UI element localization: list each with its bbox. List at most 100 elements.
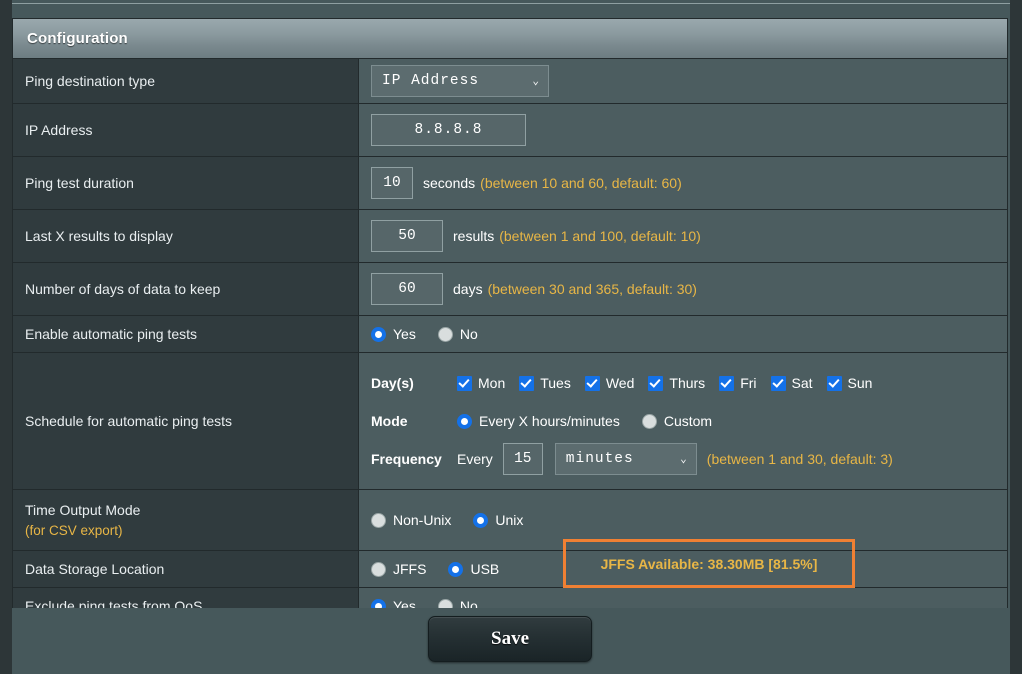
save-bar: Save (12, 608, 1008, 674)
row-label-ping-destination-type: Ping destination type (13, 59, 359, 103)
table-row: Enable automatic ping tests Yes No (13, 316, 1007, 353)
select-value: IP Address (382, 73, 480, 89)
ip-address-input[interactable]: 8.8.8.8 (371, 114, 526, 146)
ping-test-duration-input[interactable]: 10 (371, 167, 413, 199)
checkbox-checked-icon (826, 375, 842, 391)
checkbox-label: Wed (605, 375, 635, 391)
enable-auto-ping-radio-group: Yes No (371, 326, 500, 342)
table-row: Schedule for automatic ping tests Day(s)… (13, 353, 1007, 490)
row-value-ping-destination-type: IP Address ⌄ (359, 59, 1007, 103)
radio-time-output-non-unix[interactable]: Non-Unix (371, 512, 451, 528)
results-hint: (between 1 and 100, default: 10) (499, 228, 701, 244)
checkbox-label: Thurs (669, 375, 706, 391)
label-text: Time Output Mode (25, 502, 141, 518)
radio-enable-auto-ping-no[interactable]: No (437, 326, 478, 342)
radio-unselected-icon (371, 561, 386, 577)
row-label-time-output-mode: Time Output Mode (for CSV export) (13, 490, 359, 550)
checkbox-checked-icon (457, 375, 472, 391)
radio-unselected-icon (371, 512, 386, 528)
table-row: IP Address 8.8.8.8 (13, 104, 1007, 157)
radio-unselected-icon (641, 413, 657, 429)
row-value-ping-test-duration: 10 seconds (between 10 and 60, default: … (359, 157, 1007, 209)
radio-label: JFFS (393, 561, 427, 577)
radio-selected-icon (448, 561, 464, 577)
page-frame-left (0, 0, 12, 674)
checkbox-label: Fri (740, 375, 757, 391)
radio-label: Unix (495, 512, 524, 528)
config-page: Configuration Ping destination type IP A… (0, 0, 1022, 674)
radio-enable-auto-ping-yes[interactable]: Yes (371, 326, 416, 342)
results-unit-label: results (453, 228, 495, 244)
row-value-schedule: Day(s) Mon Tues Wed Thurs Fri Sat Sun Mo… (359, 353, 1007, 489)
row-label-last-x-results: Last X results to display (13, 210, 359, 262)
row-label-ip-address: IP Address (13, 104, 359, 156)
checkbox-label: Sat (791, 375, 813, 391)
frequency-key-label: Frequency (371, 451, 442, 467)
checkbox-day-wed[interactable]: Wed (584, 375, 635, 391)
top-divider (12, 3, 1010, 4)
every-label: Every (457, 451, 493, 467)
data-storage-radio-group: JFFS USB (371, 561, 521, 577)
table-row: Ping test duration 10 seconds (between 1… (13, 157, 1007, 210)
radio-selected-icon (473, 512, 489, 528)
table-row: Number of days of data to keep 60 days (… (13, 263, 1007, 316)
label-text: Number of days of data to keep (25, 281, 221, 297)
table-row: Time Output Mode (for CSV export) Non-Un… (13, 490, 1007, 551)
row-value-ip-address: 8.8.8.8 (359, 104, 1007, 156)
row-value-data-storage-location: JFFS USB JFFS Available: 38.30MB [81.5%] (359, 539, 1007, 588)
frequency-value-input[interactable]: 15 (502, 443, 543, 475)
days-checkbox-group: Mon Tues Wed Thurs Fri Sat Sun (457, 375, 886, 391)
checkbox-label: Tues (540, 375, 571, 391)
label-sublabel: (for CSV export) (25, 523, 123, 538)
data-storage-row-content: JFFS USB JFFS Available: 38.30MB [81.5%] (371, 539, 855, 588)
label-text: Data Storage Location (25, 561, 165, 577)
row-value-enable-auto-ping: Yes No (359, 316, 1007, 352)
row-label-days-to-keep: Number of days of data to keep (13, 263, 359, 315)
chevron-down-icon: ⌄ (532, 76, 540, 88)
label-text: Schedule for automatic ping tests (25, 413, 233, 429)
row-value-days-to-keep: 60 days (between 30 and 365, default: 30… (359, 263, 1007, 315)
radio-label: No (459, 326, 478, 342)
save-button[interactable]: Save (428, 616, 592, 662)
radio-label: Yes (393, 326, 416, 342)
last-x-results-input[interactable]: 50 (371, 220, 443, 252)
page-title: Configuration (27, 30, 128, 47)
duration-unit-label: seconds (423, 175, 476, 191)
radio-storage-jffs[interactable]: JFFS (371, 561, 426, 577)
jffs-available-text: JFFS Available: 38.30MB [81.5%] (600, 555, 818, 572)
radio-time-output-unix[interactable]: Unix (473, 512, 523, 528)
label-text: Last X results to display (25, 228, 173, 244)
row-value-time-output-mode: Non-Unix Unix (359, 490, 1007, 550)
row-value-last-x-results: 50 results (between 1 and 100, default: … (359, 210, 1007, 262)
checkbox-checked-icon (770, 375, 786, 391)
select-value: minutes (565, 451, 634, 467)
checkbox-day-thurs[interactable]: Thurs (648, 375, 705, 391)
radio-label: Custom (663, 413, 713, 429)
row-label-ping-test-duration: Ping test duration (13, 157, 359, 209)
configuration-header: Configuration (13, 19, 1007, 59)
days-to-keep-input[interactable]: 60 (371, 273, 443, 305)
table-row: Last X results to display 50 results (be… (13, 210, 1007, 263)
schedule-days-line: Day(s) Mon Tues Wed Thurs Fri Sat Sun (371, 364, 1007, 402)
row-label-data-storage-location: Data Storage Location (13, 551, 359, 587)
checkbox-checked-icon (584, 375, 600, 391)
checkbox-checked-icon (719, 375, 735, 391)
checkbox-day-sun[interactable]: Sun (826, 375, 872, 391)
checkbox-day-tues[interactable]: Tues (519, 375, 571, 391)
schedule-frequency-line: Frequency Every 15 minutes ⌄ (between 1 … (371, 440, 1007, 478)
radio-unselected-icon (437, 326, 453, 342)
checkbox-checked-icon (519, 375, 535, 391)
radio-mode-custom[interactable]: Custom (641, 413, 713, 429)
radio-mode-every-x[interactable]: Every X hours/minutes (457, 413, 620, 429)
chevron-down-icon: ⌄ (680, 454, 688, 466)
checkbox-day-sat[interactable]: Sat (770, 375, 813, 391)
row-label-enable-auto-ping: Enable automatic ping tests (13, 316, 359, 352)
checkbox-day-mon[interactable]: Mon (457, 375, 505, 391)
checkbox-checked-icon (648, 375, 664, 391)
radio-label: Non-Unix (393, 512, 452, 528)
ping-destination-type-select[interactable]: IP Address ⌄ (371, 65, 549, 97)
frequency-hint: (between 1 and 30, default: 3) (706, 451, 893, 467)
frequency-unit-select[interactable]: minutes ⌄ (554, 443, 697, 475)
radio-storage-usb[interactable]: USB (448, 561, 499, 577)
checkbox-day-fri[interactable]: Fri (719, 375, 757, 391)
